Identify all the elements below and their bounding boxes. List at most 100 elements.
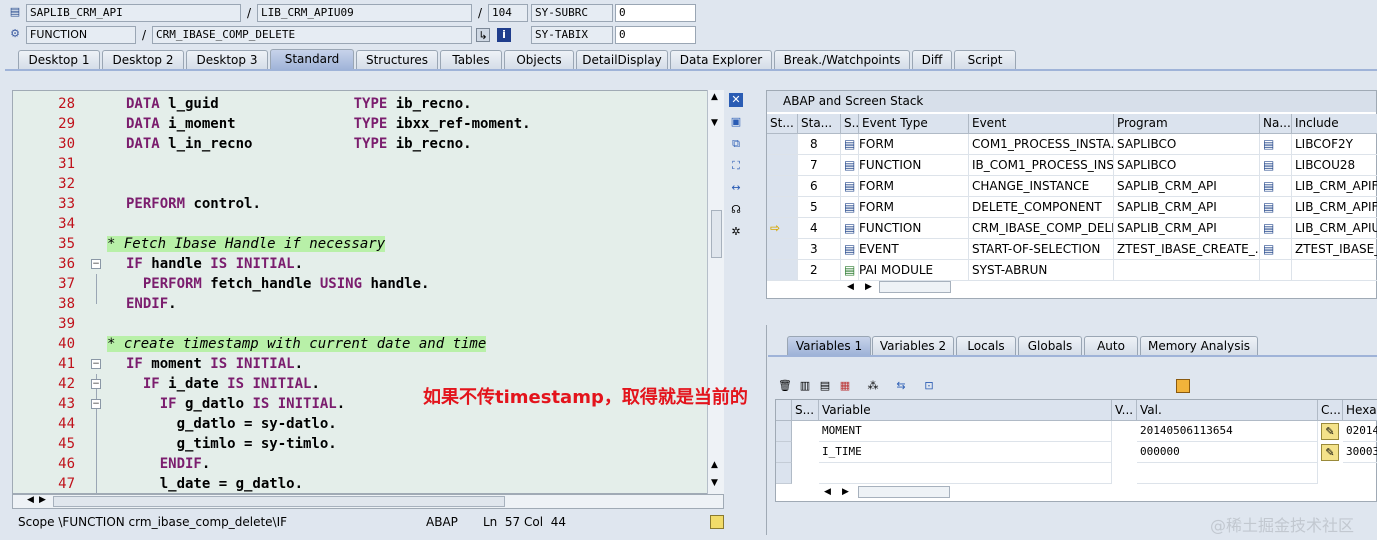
- stack-cell-program[interactable]: SAPLIB_CRM_API: [1114, 197, 1260, 218]
- var-col-header[interactable]: [776, 400, 792, 421]
- row-selector[interactable]: [776, 421, 792, 442]
- row-selector[interactable]: [776, 442, 792, 463]
- variable-name-empty[interactable]: [819, 463, 1112, 484]
- stack-cell-level[interactable]: 7: [798, 155, 841, 176]
- variable-value-empty[interactable]: [1137, 463, 1318, 484]
- tab-diff[interactable]: Diff: [912, 50, 952, 69]
- sysvar-value-1[interactable]: 0: [615, 4, 696, 22]
- var-col-header[interactable]: Hexad: [1343, 400, 1377, 421]
- stack-cell-include[interactable]: LIB_CRM_APIU0: [1292, 218, 1377, 239]
- scroll-up-icon[interactable]: ▲: [711, 92, 718, 102]
- stack-nav-icon-cell[interactable]: ▤: [1260, 218, 1292, 239]
- info-icon[interactable]: i: [497, 28, 511, 42]
- stack-cell-level[interactable]: 6: [798, 176, 841, 197]
- scroll-left-icon[interactable]: ◀: [847, 282, 854, 292]
- new-window-icon[interactable]: ▣: [729, 115, 743, 129]
- stack-cell-program[interactable]: ZTEST_IBASE_CREATE_...: [1114, 239, 1260, 260]
- stack-cell-event[interactable]: SYST-ABRUN: [969, 260, 1114, 281]
- stack-row-marker[interactable]: [767, 197, 798, 218]
- stack-cell-event[interactable]: START-OF-SELECTION: [969, 239, 1114, 260]
- stack-nav-icon-cell[interactable]: ▤: [1260, 176, 1292, 197]
- scroll-thumb[interactable]: [53, 496, 505, 507]
- tab-memory-analysis[interactable]: Memory Analysis: [1140, 336, 1258, 355]
- stack-cell-type[interactable]: FORM: [859, 176, 969, 197]
- stack-status-icon[interactable]: ▤: [841, 260, 859, 281]
- scroll-thumb[interactable]: [711, 210, 722, 258]
- stack-nav-icon-cell[interactable]: ▤: [1260, 197, 1292, 218]
- stack-status-icon[interactable]: ▤: [841, 218, 859, 239]
- scroll-up-icon[interactable]: ▼: [711, 118, 718, 128]
- group-icon[interactable]: ⁂: [866, 379, 880, 393]
- navigate-source-icon[interactable]: ▤: [1263, 179, 1274, 193]
- navigate-icon[interactable]: ↳: [476, 28, 490, 42]
- tab-breakpoints[interactable]: Break./Watchpoints: [774, 50, 910, 69]
- stack-cell-program[interactable]: SAPLIBCO: [1114, 155, 1260, 176]
- tab-variables-1[interactable]: Variables 1: [787, 336, 871, 355]
- navigate-source-icon[interactable]: ▤: [1263, 137, 1274, 151]
- tab-data-explorer[interactable]: Data Explorer: [670, 50, 772, 69]
- swap-icon[interactable]: ⧉: [729, 137, 743, 151]
- stack-cell-program[interactable]: SAPLIB_CRM_API: [1114, 218, 1260, 239]
- stack-row-marker[interactable]: [767, 260, 798, 281]
- stack-row-marker[interactable]: [767, 176, 798, 197]
- stack-cell-event[interactable]: CHANGE_INSTANCE: [969, 176, 1114, 197]
- var-col-header[interactable]: V...: [1112, 400, 1137, 421]
- delete-icon[interactable]: 🗑: [778, 379, 792, 393]
- stack-cell-include[interactable]: LIB_CRM_APIF4: [1292, 197, 1377, 218]
- stack-row-marker[interactable]: [767, 239, 798, 260]
- tab-desktop-2[interactable]: Desktop 2: [102, 50, 184, 69]
- stack-col-header[interactable]: Event Type: [859, 114, 969, 134]
- stack-cell-level[interactable]: 8: [798, 134, 841, 155]
- tab-variables-2[interactable]: Variables 2: [872, 336, 954, 355]
- tab-auto[interactable]: Auto: [1084, 336, 1138, 355]
- var-col-header[interactable]: Val.: [1137, 400, 1318, 421]
- stack-cell-type[interactable]: FUNCTION: [859, 218, 969, 239]
- stack-col-header[interactable]: Event: [969, 114, 1114, 134]
- code-editor[interactable]: 28 29 30 31 32 33 34 35 36 37 38 39 40 4…: [12, 90, 724, 494]
- stack-nav-icon-cell[interactable]: ▤: [1260, 134, 1292, 155]
- stack-cell-program[interactable]: SAPLIB_CRM_API: [1114, 176, 1260, 197]
- stack-status-icon[interactable]: ▤: [841, 134, 859, 155]
- filter-icon[interactable]: ⊡: [922, 379, 936, 393]
- fold-toggle[interactable]: −: [91, 359, 101, 369]
- stack-nav-icon-cell[interactable]: [1260, 260, 1292, 281]
- stack-col-header[interactable]: S...: [841, 114, 859, 134]
- stack-cell-event[interactable]: DELETE_COMPONENT: [969, 197, 1114, 218]
- tab-objects[interactable]: Objects: [504, 50, 574, 69]
- stack-cell-level[interactable]: 3: [798, 239, 841, 260]
- scroll-right-icon[interactable]: ▶: [842, 487, 849, 497]
- scroll-thumb[interactable]: [858, 486, 950, 498]
- stack-cell-level[interactable]: 5: [798, 197, 841, 218]
- variable-value[interactable]: 20140506113654: [1137, 421, 1318, 442]
- tab-globals[interactable]: Globals: [1018, 336, 1082, 355]
- stack-cell-program[interactable]: [1114, 260, 1260, 281]
- stack-nav-icon-cell[interactable]: ▤: [1260, 239, 1292, 260]
- stack-status-icon[interactable]: ▤: [841, 239, 859, 260]
- stack-row-marker[interactable]: ⇨: [767, 218, 798, 239]
- stack-cell-event[interactable]: COM1_PROCESS_INSTA...: [969, 134, 1114, 155]
- stack-cell-event[interactable]: IB_COM1_PROCESS_INS...: [969, 155, 1114, 176]
- stack-status-icon[interactable]: ▤: [841, 197, 859, 218]
- tab-standard[interactable]: Standard: [270, 49, 354, 70]
- fold-toggle[interactable]: −: [91, 379, 101, 389]
- tab-detaildisplay[interactable]: DetailDisplay: [576, 50, 668, 69]
- stack-row-marker[interactable]: [767, 134, 798, 155]
- tab-script[interactable]: Script: [954, 50, 1016, 69]
- navigate-source-icon[interactable]: ▤: [1263, 242, 1274, 256]
- stack-cell-level[interactable]: 2: [798, 260, 841, 281]
- notes-icon[interactable]: [710, 515, 724, 529]
- scroll-thumb[interactable]: [879, 281, 951, 293]
- tab-desktop-3[interactable]: Desktop 3: [186, 50, 268, 69]
- scroll-left-icon[interactable]: ◀: [27, 495, 34, 505]
- scroll-right-icon[interactable]: ▶: [865, 282, 872, 292]
- row-selector[interactable]: [776, 463, 792, 484]
- stack-cell-type[interactable]: EVENT: [859, 239, 969, 260]
- edit-pencil-icon[interactable]: ✎: [1321, 423, 1339, 440]
- stack-row-marker[interactable]: [767, 155, 798, 176]
- maximize-icon[interactable]: ⛶: [729, 159, 743, 173]
- stack-col-header[interactable]: St...: [767, 114, 798, 134]
- stack-cell-include[interactable]: LIB_CRM_APIF2: [1292, 176, 1377, 197]
- copy-icon[interactable]: ▥: [798, 379, 812, 393]
- stack-cell-include[interactable]: [1292, 260, 1377, 281]
- headphones-icon[interactable]: ☊: [729, 203, 743, 217]
